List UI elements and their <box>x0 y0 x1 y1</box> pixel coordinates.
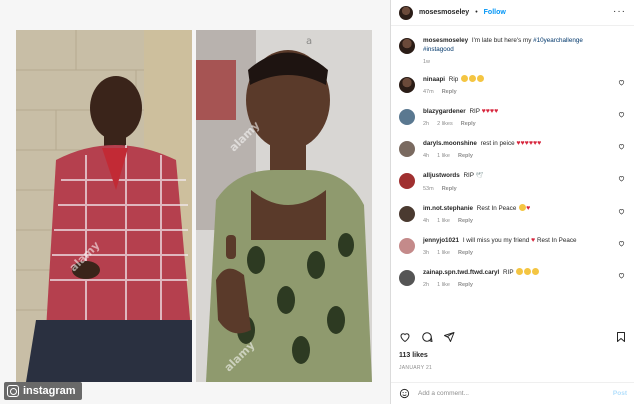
reply-button[interactable]: Reply <box>442 186 457 192</box>
comment-text: rest in peice <box>480 140 515 147</box>
sad-emoji <box>524 268 532 275</box>
comment-item: alljustwords RIP 🕊 53m Reply <box>399 171 627 192</box>
avatar[interactable] <box>399 38 415 54</box>
comment-text: RIP <box>463 172 474 179</box>
instagram-badge: instagram <box>4 382 82 400</box>
reply-button[interactable]: Reply <box>458 218 473 224</box>
comment-username[interactable]: zainap.spn.twd.ftwd.caryl <box>423 269 499 276</box>
comment-item: jennyjo1021 I will miss you my friend ♥ … <box>399 236 627 256</box>
comment-text: Rest In Peace <box>476 205 517 212</box>
avatar[interactable] <box>399 77 415 93</box>
likes-count[interactable]: 113 likes <box>399 352 428 359</box>
sad-emoji <box>469 75 476 82</box>
comment-username[interactable]: blazygardener <box>423 108 466 115</box>
comment-time: 4h <box>423 153 430 159</box>
comment-time: 2h <box>423 282 430 288</box>
heart-icon[interactable] <box>618 272 625 279</box>
comment-time: 53m <box>423 186 434 192</box>
bookmark-icon[interactable] <box>615 331 627 343</box>
share-icon[interactable] <box>443 331 455 343</box>
avatar[interactable] <box>399 206 415 222</box>
heart-icon[interactable] <box>618 111 625 118</box>
comment-time: 47m <box>423 89 434 95</box>
heart-icon[interactable] <box>399 331 411 343</box>
comment-likes[interactable]: 1 like <box>437 153 450 159</box>
comment-username[interactable]: ninaapi <box>423 76 445 83</box>
post-header: mosesmoseley • Follow <box>391 0 634 26</box>
comment-username[interactable]: alljustwords <box>423 172 460 179</box>
reply-button[interactable]: Reply <box>461 121 476 127</box>
comments-list[interactable]: mosesmoseley I'm late but here's my #10y… <box>391 30 634 322</box>
comment-text: RIP <box>469 108 480 115</box>
heart-icon[interactable] <box>618 79 625 86</box>
sad-emoji <box>532 268 540 275</box>
caption-text: I'm late but here's my <box>471 37 532 44</box>
avatar[interactable] <box>399 238 415 254</box>
comment-item: daryls.moonshine rest in peice ♥♥♥♥♥♥ 4h… <box>399 139 627 159</box>
comment-time: 2h <box>423 121 430 127</box>
comment-text-2: Rest In Peace <box>536 237 577 244</box>
red-heart-emoji: ♥♥♥♥♥♥ <box>516 140 542 147</box>
comment-text: Rip <box>448 76 459 83</box>
heart-icon[interactable] <box>618 240 625 247</box>
red-heart-emoji: ♥♥♥♥ <box>481 108 499 115</box>
post-button[interactable]: Post <box>613 390 627 397</box>
reply-button[interactable]: Reply <box>458 282 473 288</box>
caption: mosesmoseley I'm late but here's my #10y… <box>399 36 627 65</box>
photo-current-image <box>196 30 372 382</box>
sad-emoji <box>461 75 468 82</box>
follow-button[interactable]: Follow <box>484 9 506 16</box>
comment-item: ninaapi Rip 47m Reply <box>399 75 627 95</box>
comment-icon[interactable] <box>421 331 433 343</box>
comment-text: I will miss you my friend <box>462 237 530 244</box>
avatar[interactable] <box>399 5 413 20</box>
comment-likes[interactable]: 1 like <box>437 250 450 256</box>
red-heart-emoji: ♥ <box>526 205 531 212</box>
comment-likes[interactable]: 1 like <box>437 218 450 224</box>
comment-likes[interactable]: 1 like <box>437 282 450 288</box>
caption-username[interactable]: mosesmoseley <box>423 37 468 44</box>
avatar[interactable] <box>399 270 415 286</box>
sad-emoji <box>516 268 524 275</box>
comment-username[interactable]: im.not.stephanie <box>423 205 473 212</box>
smiley-icon[interactable] <box>399 388 410 399</box>
post-media: a alamy alamy alamy instagram <box>0 0 390 404</box>
sad-emoji <box>477 75 484 82</box>
instagram-icon <box>7 385 19 397</box>
more-horizontal-icon[interactable]: ··· <box>613 7 626 17</box>
comment-item: zainap.spn.twd.ftwd.caryl RIP 2h 1 like … <box>399 268 627 288</box>
comment-text: RIP <box>503 269 514 276</box>
comment-item: im.not.stephanie Rest In Peace ♥ 4h 1 li… <box>399 204 627 224</box>
comment-time: 3h <box>423 250 430 256</box>
comment-item: blazygardener RIP ♥♥♥♥ 2h 2 likes Reply <box>399 107 627 127</box>
add-comment-bar: Post <box>391 382 634 404</box>
caption-time: 1w <box>423 59 431 65</box>
comment-username[interactable]: jennyjo1021 <box>423 237 459 244</box>
comment-input[interactable] <box>418 390 605 397</box>
heart-icon[interactable] <box>618 175 625 182</box>
post-date: JANUARY 21 <box>399 365 433 371</box>
avatar[interactable] <box>399 173 415 189</box>
reply-button[interactable]: Reply <box>442 89 457 95</box>
separator-dot: • <box>475 9 478 16</box>
reply-button[interactable]: Reply <box>458 250 473 256</box>
header-username[interactable]: mosesmoseley <box>419 9 469 16</box>
comment-time: 4h <box>423 218 430 224</box>
avatar[interactable] <box>399 141 415 157</box>
comment-username[interactable]: daryls.moonshine <box>423 140 477 147</box>
post-sidebar: mosesmoseley • Follow ··· mosesmoseley I… <box>390 0 634 404</box>
dove-emoji: 🕊 <box>475 173 484 179</box>
comment-likes[interactable]: 2 likes <box>437 121 453 127</box>
action-bar <box>399 330 627 344</box>
instagram-badge-label: instagram <box>23 385 76 397</box>
reply-button[interactable]: Reply <box>458 153 473 159</box>
photo-young-image <box>16 30 192 382</box>
red-heart-emoji: ♥ <box>531 237 536 244</box>
photo-current: a alamy alamy <box>196 30 372 382</box>
watermark-corner: a <box>306 36 313 47</box>
avatar[interactable] <box>399 109 415 125</box>
heart-icon[interactable] <box>618 208 625 215</box>
photo-young <box>16 30 192 382</box>
heart-icon[interactable] <box>618 143 625 150</box>
